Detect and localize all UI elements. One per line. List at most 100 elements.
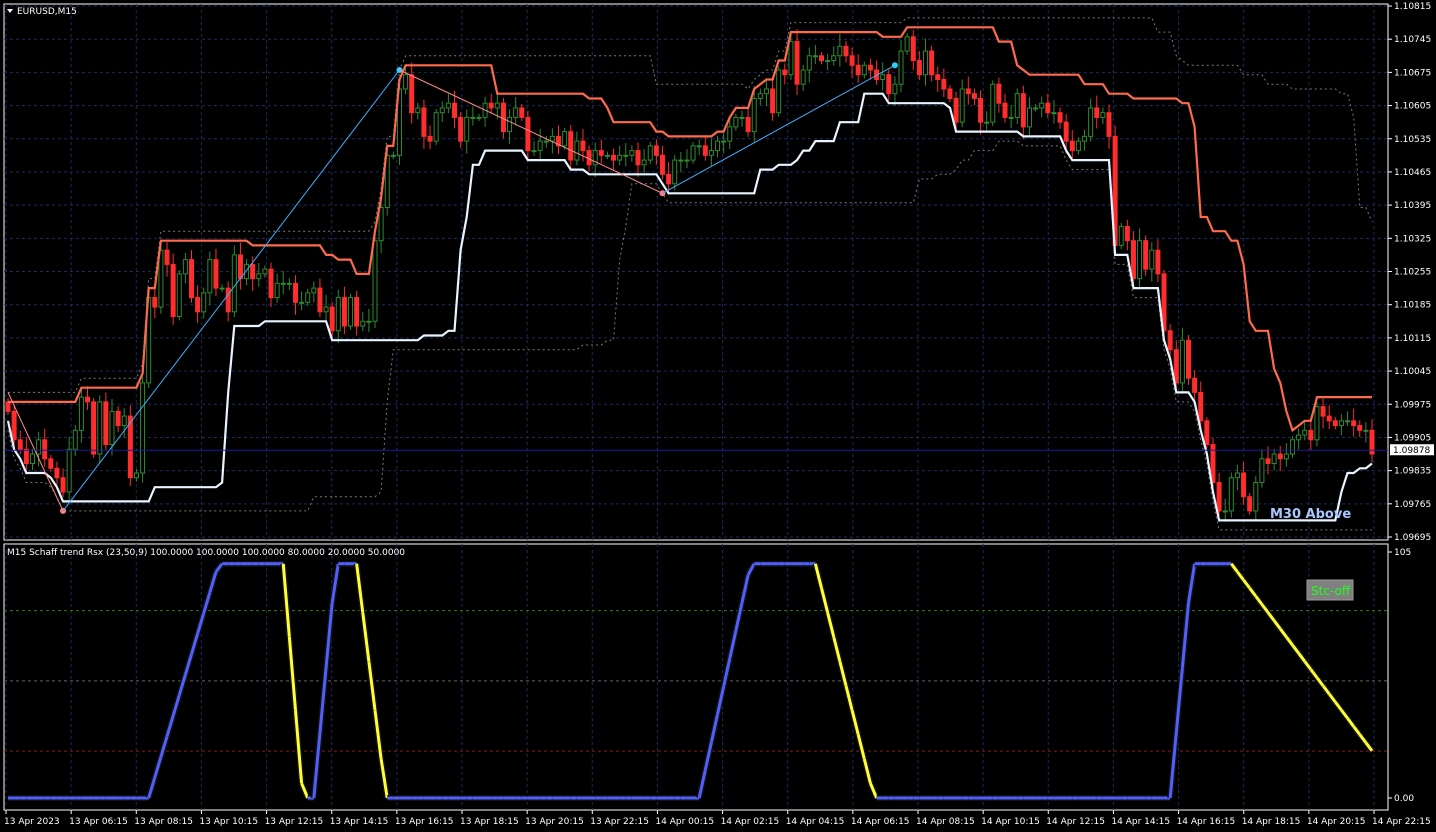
time-axis[interactable]: 13 Apr 2023 13 Apr 06:15 13 Apr 08:15 13 Ap…	[4, 810, 1431, 827]
time-tick-label: 14 Apr 04:15	[786, 817, 845, 827]
price-tick-label: 1.10325	[1394, 234, 1431, 244]
candle-body	[1026, 107, 1032, 128]
candle-body	[788, 41, 794, 76]
candle-body	[311, 287, 317, 294]
candle-body	[219, 287, 225, 290]
candle-body	[250, 263, 256, 280]
candle-body	[715, 140, 721, 152]
candle-body	[1002, 102, 1008, 118]
candle-body	[115, 410, 121, 427]
candle-body	[274, 282, 280, 299]
candle-body	[323, 306, 329, 313]
candle-body	[1033, 107, 1039, 110]
candle-body	[23, 448, 29, 465]
candle-body	[904, 36, 910, 52]
candle-body	[262, 268, 268, 275]
candle-body	[745, 116, 751, 133]
candle-body	[990, 83, 996, 123]
chart-canvas[interactable]: EURUSD,M15 M30 Above 1.10815 1.10745 1.106…	[0, 0, 1436, 832]
candle-body	[1130, 240, 1136, 280]
candle-body	[1345, 420, 1351, 423]
candle-body	[721, 140, 727, 143]
candle-body	[1289, 439, 1295, 455]
candle-body	[641, 159, 647, 166]
candle-body	[1057, 112, 1063, 123]
candle-body	[770, 88, 776, 114]
candle-body	[886, 74, 892, 95]
candle-body	[109, 410, 115, 446]
candle-body	[488, 102, 494, 109]
candle-body	[341, 297, 347, 327]
candle-body	[231, 254, 237, 313]
candle-body	[953, 97, 959, 123]
time-tick-label: 13 Apr 22:15	[590, 817, 649, 827]
candle-body	[513, 107, 519, 118]
candle-body	[1326, 415, 1332, 422]
candle-body	[1283, 453, 1289, 460]
candle-body	[1039, 102, 1045, 109]
stc-off-button[interactable]: Stc-off	[1306, 579, 1354, 601]
candle-body	[543, 140, 549, 143]
price-tick-label: 1.10255	[1394, 268, 1431, 278]
candle-body	[971, 93, 977, 99]
indicator-pane[interactable]: M15 Schaff trend Rsx (23,50,9) 100.0000 …	[3, 543, 1389, 811]
candle-body	[268, 268, 274, 299]
price-axis[interactable]: 1.10815 1.10745 1.10675 1.10605 1.10535 1.104…	[1388, 2, 1431, 543]
candle-body	[464, 116, 470, 142]
candle-body	[439, 107, 445, 114]
candle-body	[1271, 453, 1277, 465]
candle-body	[1222, 510, 1228, 513]
time-tick-label: 14 Apr 06:15	[851, 817, 910, 827]
candle-body	[1247, 496, 1253, 512]
candle-body	[48, 458, 54, 469]
candle-body	[195, 297, 201, 313]
candle-body	[562, 131, 568, 147]
candle-body	[390, 154, 396, 157]
candle-body	[910, 36, 916, 62]
candle-body	[1277, 453, 1283, 460]
price-tick-label: 1.09835	[1394, 467, 1431, 477]
indicator-title: M15 Schaff trend Rsx (23,50,9) 100.0000 …	[7, 548, 405, 558]
current-price-value: 1.09878	[1393, 446, 1430, 456]
candle-body	[708, 150, 714, 156]
candle-body	[207, 259, 213, 294]
candle-body	[292, 282, 298, 303]
candle-body	[256, 273, 262, 280]
candle-body	[1106, 112, 1112, 137]
candle-body	[1192, 377, 1198, 393]
candle-body	[666, 173, 672, 185]
indicator-tick-label: 0.00	[1394, 794, 1414, 804]
candle-body	[1320, 406, 1326, 417]
candle-body	[335, 297, 341, 332]
candle-body	[1088, 107, 1094, 137]
candle-body	[403, 74, 409, 90]
candle-body	[1051, 112, 1057, 115]
candle-body	[1186, 339, 1192, 379]
candle-body	[36, 439, 42, 455]
stc-off-label[interactable]: Stc-off	[1311, 584, 1351, 598]
candle-body	[1338, 420, 1344, 427]
candle-body	[458, 116, 464, 142]
candle-body	[598, 150, 604, 156]
candle-body	[85, 396, 91, 403]
candle-body	[494, 102, 500, 109]
candle-body	[935, 74, 941, 80]
candle-body	[1308, 429, 1314, 441]
candle-body	[1216, 481, 1222, 512]
candle-body	[60, 477, 66, 493]
candle-body	[470, 116, 476, 119]
candle-body	[806, 55, 812, 71]
main-price-pane[interactable]: EURUSD,M15 M30 Above	[3, 3, 1389, 541]
candle-body	[947, 88, 953, 99]
candle-body	[929, 50, 935, 76]
price-tick-label: 1.09905	[1394, 433, 1431, 443]
candle-body	[574, 140, 580, 161]
candle-body	[757, 93, 763, 99]
candle-body	[225, 287, 231, 313]
candle-body	[604, 154, 610, 157]
candle-body	[54, 467, 60, 479]
price-tick-label: 1.10045	[1394, 367, 1431, 377]
time-tick-label: 14 Apr 08:15	[916, 817, 975, 827]
candle-body	[348, 297, 354, 327]
candle-body	[831, 55, 837, 62]
